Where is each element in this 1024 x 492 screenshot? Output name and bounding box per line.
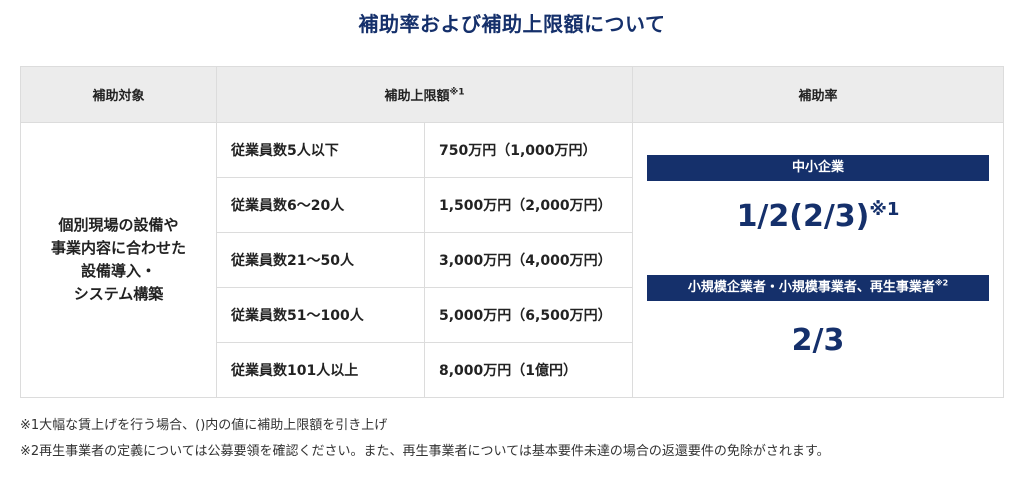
limit-amount-cell: 5,000万円（6,500万円） (424, 287, 633, 343)
header-rate: 補助率 (632, 66, 1004, 123)
footnote-2: ※2再生事業者の定義については公募要領を確認ください。また、再生事業者については… (20, 444, 830, 459)
employee-count-cell: 従業員数21～50人 (216, 232, 425, 288)
footnote-1: ※1大幅な賃上げを行う場合、()内の値に補助上限額を引き上げ (20, 418, 388, 433)
sme-rate-value-text: 1/2(2/3) (736, 199, 870, 234)
limit-amount-cell: 8,000万円（1億円） (424, 342, 633, 398)
small-rate-label-text: 小規模企業者・小規模事業者、再生事業者 (687, 280, 935, 295)
employee-count-cell: 従業員数101人以上 (216, 342, 425, 398)
header-limit-note: ※1 (449, 87, 465, 98)
table-row: 個別現場の設備や 事業内容に合わせた 設備導入・ システム構築 従業員数5人以下… (20, 122, 1004, 398)
sme-rate-label-text: 中小企業 (791, 160, 844, 175)
limit-amount-cell: 3,000万円（4,000万円） (424, 232, 633, 288)
header-target-label: 補助対象 (92, 89, 145, 104)
page-title: 補助率および補助上限額について (358, 12, 666, 36)
sme-rate-value-note: ※1 (869, 199, 900, 220)
header-limit-label: 補助上限額 (384, 89, 450, 104)
small-rate-label: 小規模企業者・小規模事業者、再生事業者※2 (647, 275, 989, 301)
sme-rate-label: 中小企業 (647, 155, 989, 181)
subsidy-table: 補助対象 補助上限額※1 補助率 個別現場の設備や 事業内容に合わせた 設備導入… (20, 66, 1004, 398)
employee-count-cell: 従業員数6～20人 (216, 177, 425, 233)
sme-rate-value: 1/2(2/3)※1 (647, 199, 989, 234)
employee-count-cell: 従業員数5人以下 (216, 122, 425, 178)
employee-count-cell: 従業員数51～100人 (216, 287, 425, 343)
limit-amount-cell: 1,500万円（2,000万円） (424, 177, 633, 233)
limit-amount-cell: 750万円（1,000万円） (424, 122, 633, 178)
target-cell: 個別現場の設備や 事業内容に合わせた 設備導入・ システム構築 (20, 122, 217, 398)
target-line: 事業内容に合わせた (50, 239, 186, 257)
header-target: 補助対象 (20, 66, 217, 123)
header-limit: 補助上限額※1 (216, 66, 633, 123)
header-rate-label: 補助率 (798, 89, 838, 104)
target-line: 個別現場の設備や (58, 216, 179, 234)
table-header-row: 補助対象 補助上限額※1 補助率 (20, 66, 1004, 123)
rate-cell: 中小企業 1/2(2/3)※1 小規模企業者・小規模事業者、再生事業者※2 2/… (632, 122, 1004, 398)
target-line: 設備導入・ (80, 262, 156, 280)
target-line: システム構築 (73, 285, 164, 303)
small-rate-value: 2/3 (791, 323, 845, 358)
small-rate-label-note: ※2 (934, 278, 949, 288)
